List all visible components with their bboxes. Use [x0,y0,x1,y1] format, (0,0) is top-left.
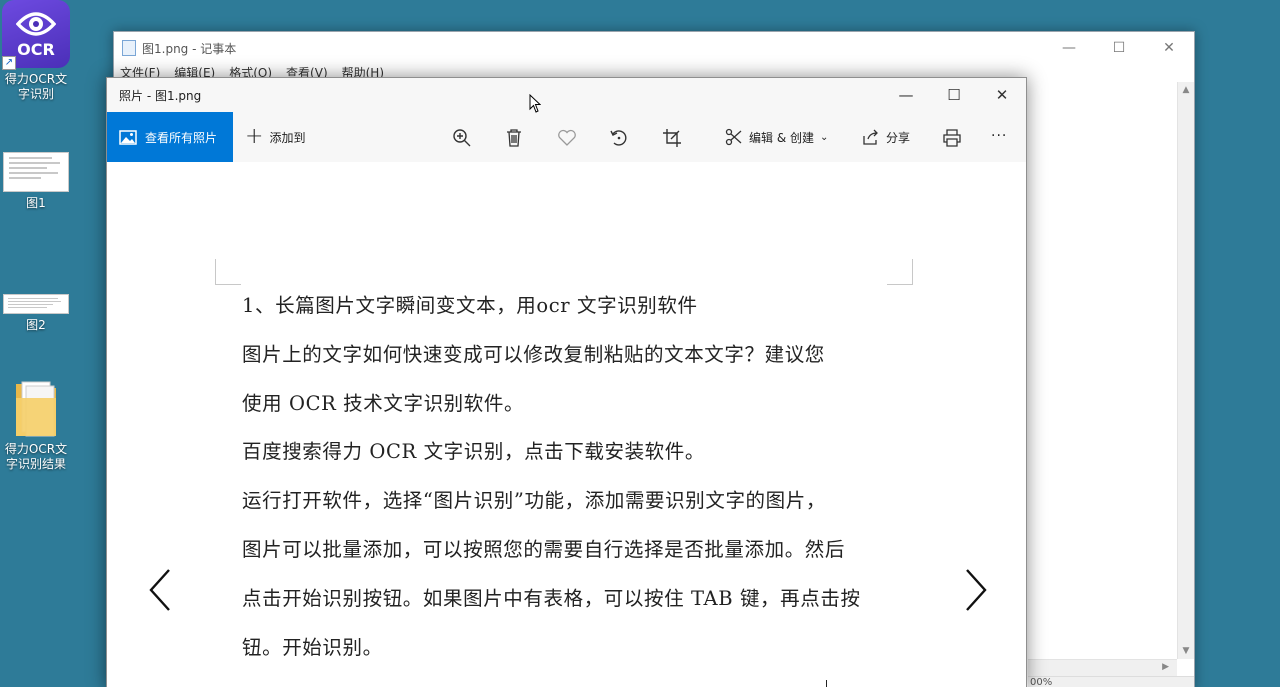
photos-window[interactable]: 照片 - 图1.png — ☐ ✕ 查看所有照片 + 添加到 编辑 & 创建 ⌄… [106,77,1027,687]
notepad-titlebar[interactable]: 图1.png - 记事本 — ☐ ✕ [114,32,1194,64]
rotate-icon[interactable] [608,127,630,149]
plus-icon: + [245,124,264,149]
desktop-icon-label: 图2 [26,318,46,332]
notepad-statusbar: 00% [1028,676,1194,687]
edit-create-button[interactable]: 编辑 & 创建 ⌄ [725,128,828,146]
delete-icon[interactable] [503,127,525,149]
desktop-icon-label: 得力OCR文 字识别结果 [4,442,68,471]
image-corner-mark [887,259,913,285]
add-to-button[interactable]: + 添加到 [245,124,306,149]
view-all-photos-label: 查看所有照片 [145,130,218,145]
minimize-button[interactable]: — [1044,40,1094,56]
ocr-app-icon: OCR ↗ [2,0,70,70]
folder-icon [12,378,60,438]
document-line: 钮。开始识别。 [242,635,383,659]
share-button[interactable]: 分享 [862,128,910,146]
shortcut-arrow-icon: ↗ [2,56,16,70]
image-thumbnail-icon [3,294,69,314]
maximize-button[interactable]: ☐ [1094,40,1144,56]
more-options-button[interactable]: ··· [991,128,1007,144]
document-line: 使用 OCR 技术文字识别软件。 [242,391,525,415]
eye-icon [16,12,56,36]
edit-create-icon [725,128,742,146]
document-line: 百度搜索得力 OCR 文字识别，点击下载安装软件。 [242,440,705,464]
desktop-icon-image-1[interactable]: 图1 [0,152,72,211]
heart-icon[interactable] [556,127,578,149]
previous-arrow-icon[interactable] [147,568,173,612]
photos-title: 照片 - 图1.png [119,88,202,103]
photos-toolbar: 查看所有照片 + 添加到 编辑 & 创建 ⌄ 分享 ··· [107,112,1026,162]
image-thumbnail-icon [3,152,69,192]
close-button[interactable]: ✕ [1144,40,1194,56]
view-all-photos-button[interactable]: 查看所有照片 [107,112,233,162]
notepad-title: 图1.png - 记事本 [142,41,237,56]
scroll-right-icon[interactable]: ▶ [1162,662,1169,672]
scroll-down-icon[interactable]: ▼ [1178,646,1194,656]
chevron-down-icon: ⌄ [820,131,829,143]
image-corner-mark [215,259,241,285]
mouse-cursor-icon [529,94,541,113]
edit-create-label: 编辑 & 创建 [749,130,814,145]
zoom-level: 00% [1030,677,1053,687]
document-line: 图片可以批量添加，可以按照您的需要自行选择是否批量添加。然后 [242,537,846,561]
next-arrow-icon[interactable] [963,568,989,612]
desktop-icon-results-folder[interactable]: 得力OCR文 字识别结果 [0,378,72,472]
notepad-horizontal-scrollbar[interactable]: ▶ [1028,659,1177,676]
photo-viewer-canvas[interactable]: 1、长篇图片文字瞬间变文本，用ocr 文字识别软件 图片上的文字如何快速变成可以… [107,162,1026,687]
minimize-button[interactable]: — [882,86,930,104]
gallery-icon [119,129,137,145]
desktop-icon-ocr-app[interactable]: OCR ↗ 得力OCR文 字识别 [0,0,72,102]
add-to-label: 添加到 [269,130,306,145]
scroll-up-icon[interactable]: ▲ [1178,85,1194,95]
text-caret [826,680,827,687]
document-line: 运行打开软件，选择“图片识别”功能，添加需要识别文字的图片， [242,489,826,513]
notepad-file-icon [122,40,136,56]
ocr-badge-text: OCR [17,40,55,59]
zoom-icon[interactable] [451,127,473,149]
share-label: 分享 [886,130,911,145]
desktop-icon-label: 得力OCR文 字识别 [4,72,68,101]
maximize-button[interactable]: ☐ [930,86,978,104]
document-image: 1、长篇图片文字瞬间变文本，用ocr 文字识别软件 图片上的文字如何快速变成可以… [242,294,902,684]
notepad-vertical-scrollbar[interactable]: ▲ ▼ [1177,82,1194,659]
print-icon[interactable] [941,127,963,149]
close-button[interactable]: ✕ [978,86,1026,104]
share-icon [863,129,878,145]
desktop-icon-label: 图1 [26,196,46,210]
document-line: 1、长篇图片文字瞬间变文本，用ocr 文字识别软件 [242,294,698,317]
crop-icon[interactable] [661,127,683,149]
photos-titlebar[interactable]: 照片 - 图1.png — ☐ ✕ [107,78,1026,112]
desktop-icon-image-2[interactable]: 图2 [0,294,72,333]
document-line: 图片上的文字如何快速变成可以修改复制粘贴的文本文字？建议您 [242,342,825,366]
document-line: 点击开始识别按钮。如果图片中有表格，可以按住 TAB 键，再点击按 [242,586,861,610]
